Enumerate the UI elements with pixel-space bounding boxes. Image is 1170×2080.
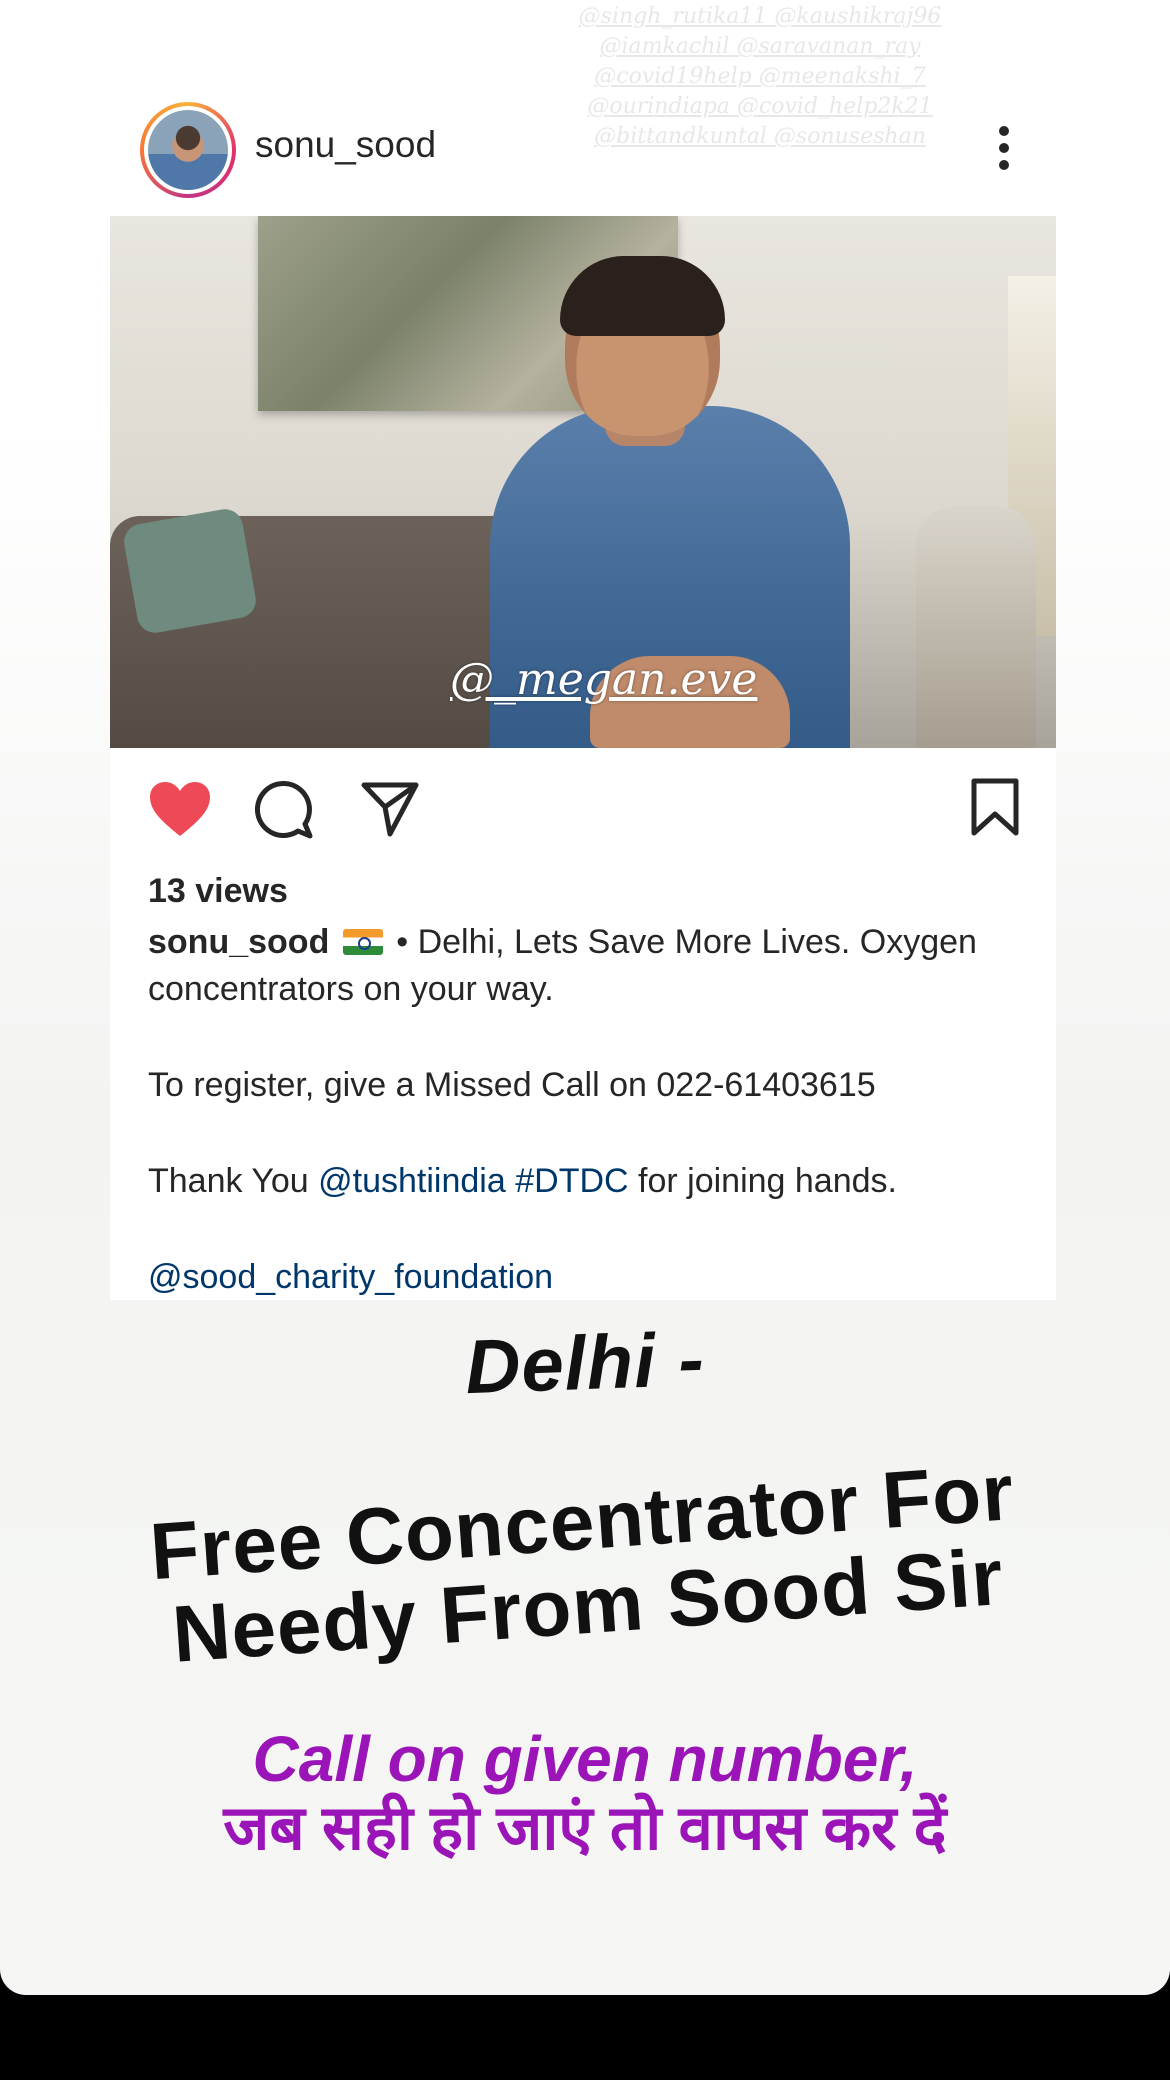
profile-avatar[interactable] (148, 110, 228, 190)
heart-icon[interactable] (148, 780, 212, 838)
caption-line-3-end: for joining hands. (628, 1162, 897, 1200)
overlay-hindi-line: जब सही हो जाएं तो वापस कर दें (223, 1794, 947, 1863)
hashtag-link[interactable]: #DTDC (515, 1162, 628, 1200)
bookmark-icon[interactable] (970, 778, 1020, 836)
story-screen: @singh_rutika11 @kaushikraj96 @iamkachil… (0, 0, 1170, 1995)
overlay-subtitle: Free Concentrator For Needy From Sood Si… (0, 1439, 1170, 1688)
bottom-black-bar (0, 1995, 1170, 2080)
view-count: 13 views (148, 872, 288, 910)
watermark-mention[interactable]: @_megan.eve (450, 654, 757, 705)
caption-line-3-start: Thank You (148, 1162, 319, 1200)
action-bar (148, 748, 1020, 868)
comment-icon[interactable] (254, 780, 314, 840)
overlay-call-line: Call on given number, (252, 1723, 918, 1795)
mention-link[interactable]: @tushtiindia (318, 1162, 506, 1200)
caption-username[interactable]: sonu_sood (148, 923, 329, 961)
share-icon[interactable] (360, 780, 420, 838)
overlay-call-text: Call on given number, जब सही हो जाएं तो … (0, 1724, 1170, 1864)
post-header: sonu_sood (110, 96, 1056, 202)
india-flag-icon (342, 929, 383, 955)
overlay-title: Delhi - (463, 1316, 707, 1411)
caption-line-2: To register, give a Missed Call on 022-6… (148, 1066, 876, 1104)
post-username[interactable]: sonu_sood (255, 124, 436, 166)
shared-post-card[interactable]: sonu_sood @_megan.eve 13 views sonu_sood… (110, 96, 1056, 1300)
post-video[interactable]: @_megan.eve (110, 216, 1056, 748)
post-body: 13 views sonu_sood • Delhi, Lets Save Mo… (110, 748, 1056, 1300)
person-hair (560, 256, 725, 336)
story-ring[interactable] (140, 102, 236, 198)
background-cushion (121, 506, 259, 636)
more-options-icon[interactable] (997, 126, 1011, 172)
background-chair (916, 506, 1036, 748)
charity-mention-link[interactable]: @sood_charity_foundation (148, 1254, 1020, 1301)
post-caption: sonu_sood • Delhi, Lets Save More Lives.… (148, 919, 1020, 1301)
